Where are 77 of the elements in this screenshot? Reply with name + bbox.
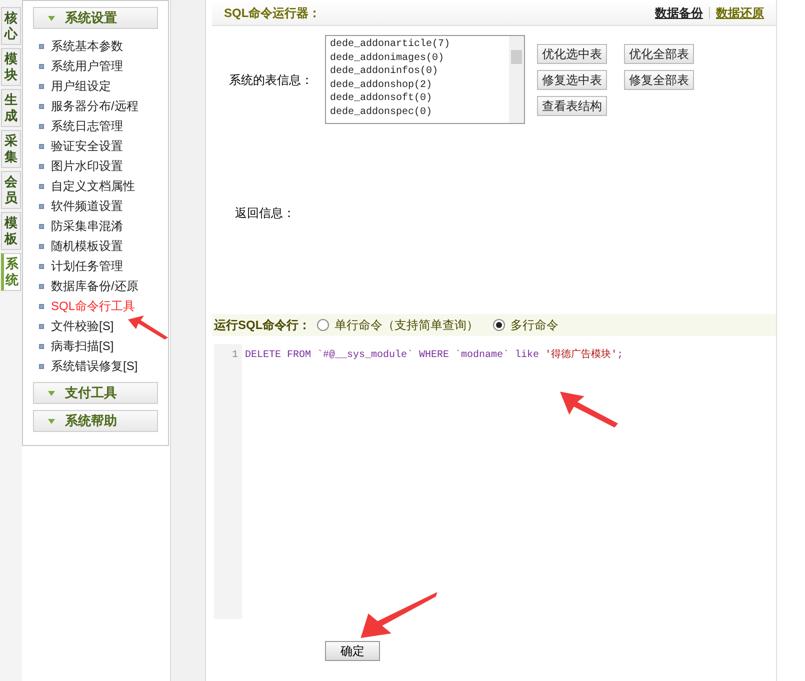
bullet-icon — [39, 364, 44, 368]
menu-item[interactable]: 系统错误修复[S] — [51, 357, 138, 375]
menu-item[interactable]: 系统基本参数 — [51, 37, 123, 55]
list-option[interactable]: dede_addoninfos(0) — [330, 65, 509, 79]
menu-item[interactable]: 服务器分布/远程 — [51, 97, 138, 115]
menu-item[interactable]: 防采集串混淆 — [51, 217, 123, 235]
bullet-icon — [39, 104, 44, 108]
bullet-icon — [39, 164, 44, 168]
bullet-icon — [39, 324, 44, 328]
radio-button[interactable] — [492, 319, 505, 331]
menu-item[interactable]: SQL命令行工具 — [51, 297, 136, 315]
action-button[interactable]: 修复选中表 — [537, 70, 607, 90]
arrow-annotation — [128, 315, 168, 340]
group-title: 支付工具 — [65, 384, 117, 402]
bullet-icon — [39, 184, 44, 188]
bullet-icon — [39, 44, 44, 48]
radio-label: 多行命令 — [510, 317, 559, 334]
side-tab[interactable]: 模板 — [1, 212, 21, 250]
bullet-icon — [39, 64, 44, 68]
side-tab[interactable]: 系统 — [1, 253, 21, 291]
caret-icon — [48, 390, 55, 396]
side-tab[interactable]: 核心 — [1, 7, 21, 45]
menu-item[interactable]: 自定义文档属性 — [51, 177, 135, 195]
field-label: 运行SQL命令行： — [214, 317, 311, 334]
submit-button[interactable]: 确定 — [325, 641, 380, 661]
bullet-icon — [39, 344, 44, 348]
group-title: 系统设置 — [65, 9, 117, 28]
action-button[interactable]: 修复全部表 — [624, 70, 694, 90]
action-button[interactable]: 优化选中表 — [537, 44, 607, 64]
radio-button[interactable] — [316, 319, 329, 331]
group-title: 系统帮助 — [65, 412, 117, 430]
bullet-icon — [39, 204, 44, 208]
menu-item[interactable]: 病毒扫描[S] — [51, 337, 114, 355]
side-tab[interactable]: 采集 — [1, 130, 21, 168]
action-button[interactable]: 查看表结构 — [537, 96, 607, 116]
side-tab[interactable]: 模块 — [1, 48, 21, 86]
link[interactable]: 数据备份 — [655, 4, 703, 22]
caret-icon — [48, 16, 55, 20]
list-option[interactable]: dede_addonshop(2) — [330, 78, 509, 92]
group-header[interactable]: 支付工具 — [33, 382, 158, 404]
panel-title: SQL命令运行器： — [224, 4, 321, 22]
list-option[interactable]: dede_addonspec(0) — [330, 106, 509, 120]
menu-item[interactable]: 软件频道设置 — [51, 197, 123, 215]
bullet-icon — [39, 244, 44, 248]
action-button[interactable]: 优化全部表 — [624, 44, 694, 64]
group-header[interactable]: 系统设置 — [33, 7, 158, 29]
bullet-icon — [39, 224, 44, 228]
list-option[interactable]: dede_addonimages(0) — [330, 52, 509, 66]
bullet-icon — [39, 144, 44, 148]
side-tab[interactable]: 会员 — [1, 171, 21, 209]
menu-item[interactable]: 用户组设定 — [51, 77, 111, 95]
list-option[interactable]: dede_addonarticle(7) — [330, 38, 509, 52]
side-tab[interactable]: 生成 — [1, 89, 21, 127]
menu-item[interactable]: 文件校验[S] — [51, 317, 114, 335]
menu-item[interactable]: 数据库备份/还原 — [51, 277, 138, 295]
menu-item[interactable]: 系统日志管理 — [51, 117, 123, 135]
caret-icon — [48, 418, 55, 424]
code-editor[interactable]: DELETE FROM `#@__sys_module` WHERE `modname` like '得德广告模块'; — [242, 344, 776, 619]
code-line: DELETE FROM `#@__sys_module` WHERE `modname` like '得德广告模块'; — [245, 348, 624, 363]
bullet-icon — [39, 84, 44, 88]
list-option[interactable]: dede_addonsoft(0) — [330, 92, 509, 106]
bullet-icon — [39, 124, 44, 128]
table-listbox[interactable]: dede_addonarticle(7) dede_addonimages(0) dede_addoninfos(0) dede_addonshop(2) dede_addonsoft(0) dede_addonspec(0) — [325, 35, 525, 124]
bullet-icon — [39, 284, 44, 288]
menu-item[interactable]: 随机模板设置 — [51, 237, 123, 255]
group-header[interactable]: 系统帮助 — [33, 410, 158, 432]
menu-item[interactable]: 验证安全设置 — [51, 137, 123, 155]
line-number: 1 — [232, 349, 238, 363]
field-label: 返回信息： — [234, 205, 296, 222]
bullet-icon — [39, 264, 44, 268]
field-label: 系统的表信息： — [229, 72, 314, 88]
link[interactable]: 数据还原 — [716, 4, 764, 22]
menu-item[interactable]: 计划任务管理 — [51, 257, 123, 275]
bullet-icon — [39, 304, 44, 308]
menu-item[interactable]: 图片水印设置 — [51, 157, 123, 175]
menu-item[interactable]: 系统用户管理 — [51, 57, 123, 75]
radio-label: 单行命令（支持简单查询） — [334, 317, 479, 334]
